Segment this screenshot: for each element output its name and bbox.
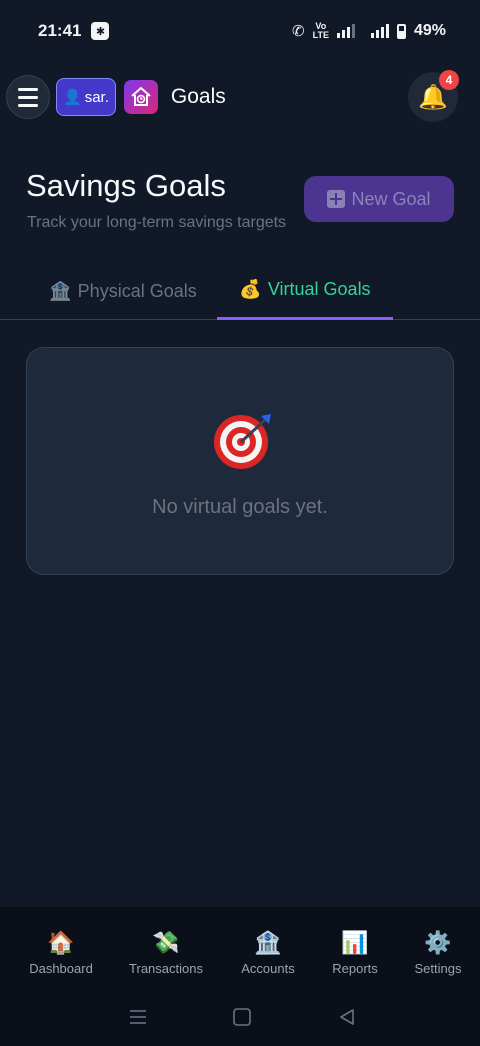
app-notification-icon: ✱ [91, 22, 110, 40]
app-header: 👤 sar. Goals 🔔 4 [0, 70, 480, 124]
nav-item-dashboard[interactable]: 🏠 Dashboard [29, 929, 93, 976]
notifications-button[interactable]: 🔔 4 [408, 70, 459, 122]
status-time: 21:41 [38, 21, 82, 40]
gear-icon: ⚙️ [424, 930, 452, 955]
target-icon [213, 410, 273, 475]
hamburger-icon-bar [18, 87, 38, 91]
empty-state-card: No virtual goals yet. [26, 347, 454, 575]
nav-item-transactions[interactable]: 💸 Transactions [129, 929, 203, 976]
nav-item-reports[interactable]: 📊 Reports [332, 929, 378, 976]
volte-indicator: Vo LTE [313, 22, 329, 40]
nav-item-settings[interactable]: ⚙️ Settings [415, 929, 462, 976]
tab-label: Physical Goals [77, 280, 197, 301]
new-goal-label: New Goal [351, 188, 431, 209]
tab-label: Virtual Goals [267, 279, 371, 299]
back-icon[interactable] [337, 1007, 357, 1032]
status-right: ✆ Vo LTE 49% [292, 22, 446, 41]
recent-apps-icon[interactable] [128, 1007, 148, 1032]
tab-physical-goals[interactable]: 🏦 Physical Goals [34, 262, 212, 320]
user-label: sar. [84, 88, 109, 106]
money-wings-icon: 💸 [152, 930, 180, 955]
goal-tabs: 🏦 Physical Goals 💰 Virtual Goals [0, 262, 480, 320]
system-nav-bar [0, 991, 480, 1046]
money-bag-icon: 💰 [239, 279, 262, 299]
bank-icon: 🏦 [254, 930, 282, 955]
nav-item-accounts[interactable]: 🏦 Accounts [241, 929, 294, 976]
new-goal-button[interactable]: New Goal [304, 176, 454, 222]
bottom-nav: 🏠 Dashboard 💸 Transactions 🏦 Accounts 📊 … [0, 907, 480, 991]
app-logo-icon [123, 80, 158, 114]
user-chip[interactable]: 👤 sar. [56, 78, 116, 116]
nav-label: Accounts [241, 961, 295, 976]
header-title: Goals [170, 85, 226, 108]
signal-icon [336, 24, 355, 38]
hamburger-icon-bar [18, 95, 38, 99]
home-button-icon[interactable] [232, 1007, 252, 1032]
bar-chart-icon: 📊 [341, 930, 369, 955]
plus-icon [327, 190, 346, 208]
nav-label: Settings [414, 961, 462, 976]
hamburger-icon-bar [18, 103, 38, 107]
battery-icon [396, 23, 406, 39]
bank-icon: 🏦 [49, 280, 72, 301]
status-bar: 21:41 ✱ ✆ Vo LTE 49% [0, 0, 480, 62]
empty-state-message: No virtual goals yet. [152, 496, 328, 518]
home-icon: 🏠 [47, 930, 75, 955]
wifi-call-icon: ✆ [292, 23, 305, 40]
status-left: 21:41 ✱ [38, 21, 110, 41]
page-subtitle: Track your long-term savings targets [27, 214, 287, 231]
battery-percent: 49% [413, 22, 446, 39]
page-title: Savings Goals [26, 168, 226, 203]
tab-virtual-goals[interactable]: 💰 Virtual Goals [217, 262, 393, 320]
nav-label: Reports [332, 961, 378, 976]
network-bottom-label: LTE [312, 30, 329, 40]
person-icon: 👤 [63, 89, 82, 106]
nav-label: Dashboard [29, 961, 93, 976]
notification-badge: 4 [439, 70, 459, 90]
nav-label: Transactions [129, 961, 203, 976]
menu-button[interactable] [6, 75, 50, 119]
signal-icon-2 [370, 24, 389, 38]
